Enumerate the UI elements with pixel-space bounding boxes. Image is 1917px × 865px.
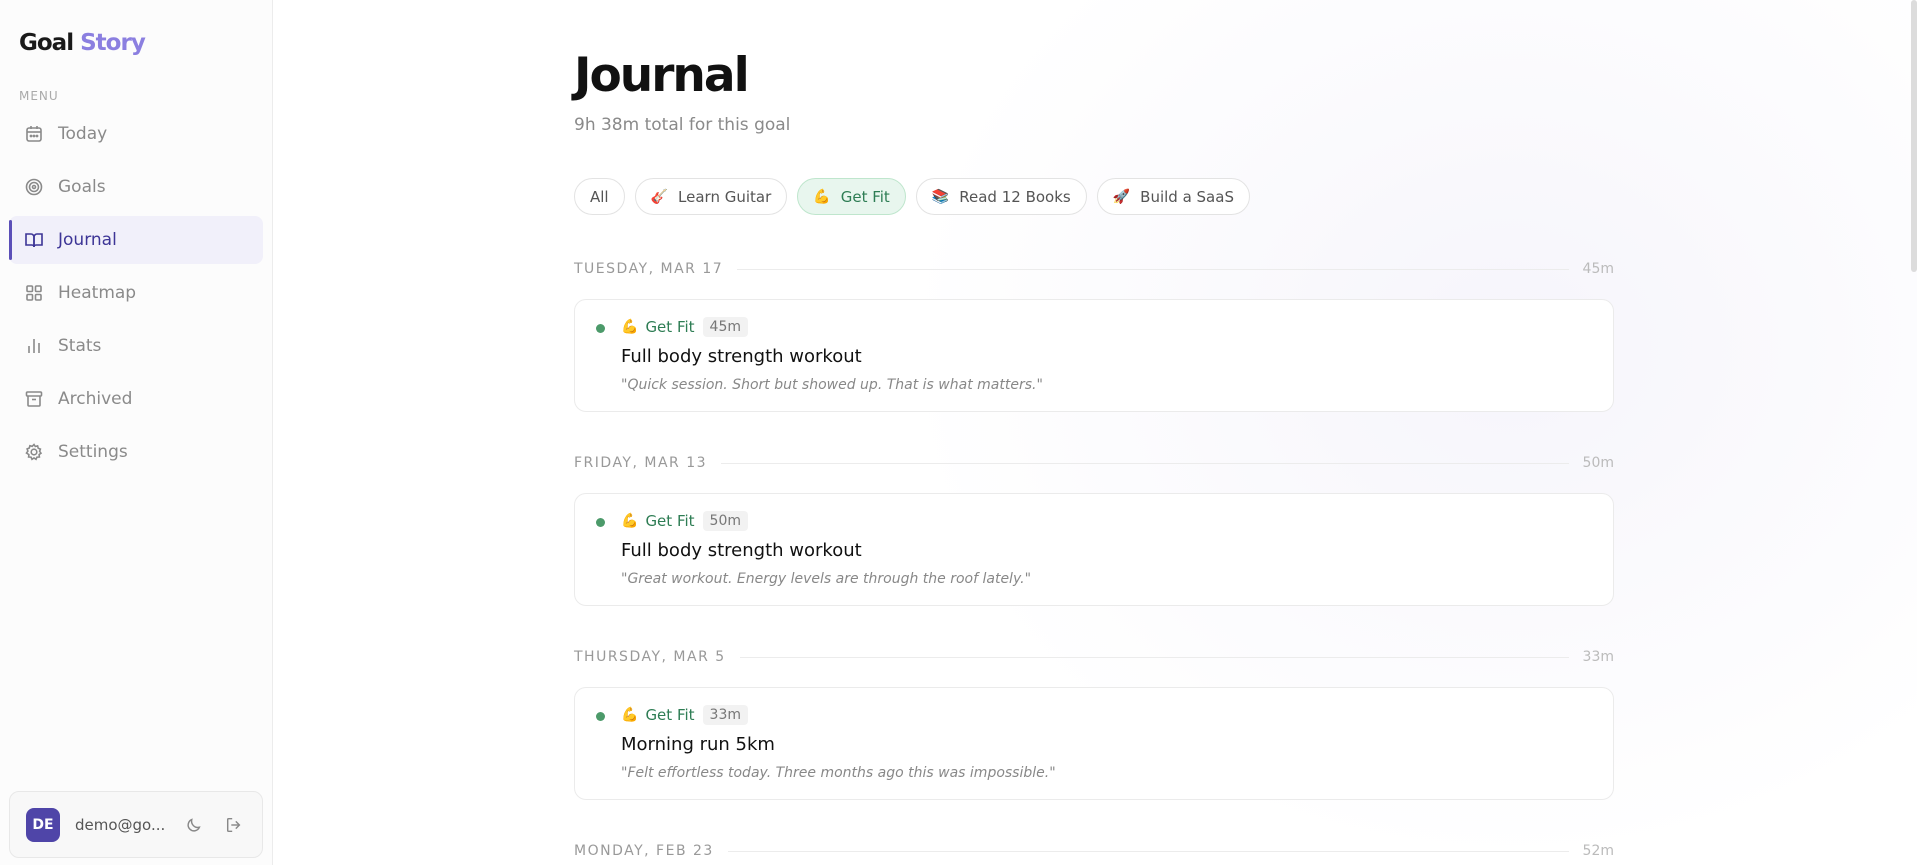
bar-chart-icon <box>24 336 44 356</box>
divider <box>727 850 1569 852</box>
filter-chip-read-12-books[interactable]: 📚 Read 12 Books <box>915 178 1087 215</box>
archive-icon <box>24 389 44 409</box>
sidebar-item-heatmap[interactable]: Heatmap <box>9 269 263 317</box>
filter-chip-label: All <box>590 187 609 206</box>
sidebar-item-label: Goals <box>58 177 106 197</box>
sidebar-item-today[interactable]: Today <box>9 110 263 158</box>
divider <box>739 656 1569 658</box>
moon-icon <box>185 816 203 834</box>
entry-title: Full body strength workout <box>621 346 862 367</box>
target-icon <box>24 177 44 197</box>
entry-title: Morning run 5km <box>621 734 775 755</box>
goal-color-dot <box>596 324 605 333</box>
page-title: Journal <box>574 48 750 103</box>
user-email: demo@go... <box>75 815 165 834</box>
flexed-biceps-icon: 💪 <box>621 707 639 723</box>
day-total: 45m <box>1582 261 1614 277</box>
day-date: THURSDAY, MAR 5 <box>574 649 726 665</box>
logo-text-story: Story <box>80 30 146 56</box>
sidebar-item-label: Today <box>58 124 108 144</box>
sidebar-item-archived[interactable]: Archived <box>9 375 263 423</box>
filter-chip-label: Build a SaaS <box>1140 187 1234 206</box>
flexed-biceps-icon: 💪 <box>813 188 831 205</box>
filter-chip-build-a-saas[interactable]: 🚀 Build a SaaS <box>1096 178 1250 215</box>
journal-entry[interactable]: 💪 Get Fit 33m Morning run 5km "Felt effo… <box>574 687 1614 800</box>
day-header: THURSDAY, MAR 5 33m <box>574 647 1614 667</box>
day-header: MONDAY, FEB 23 52m <box>574 841 1614 861</box>
filter-chip-all[interactable]: All <box>574 178 625 215</box>
entry-goal-name: Get Fit <box>645 318 695 336</box>
sidebar-item-label: Archived <box>58 389 133 409</box>
filter-chip-label: Learn Guitar <box>678 187 772 206</box>
guitar-icon: 🎸 <box>650 188 669 205</box>
day-header: TUESDAY, MAR 17 45m <box>574 259 1614 279</box>
entry-duration: 45m <box>702 317 748 337</box>
day-total: 50m <box>1582 455 1614 471</box>
page-subtitle: 9h 38m total for this goal <box>574 115 791 135</box>
books-icon: 📚 <box>931 188 950 205</box>
rocket-icon: 🚀 <box>1112 188 1131 205</box>
day-total: 33m <box>1582 649 1614 665</box>
gear-icon <box>24 442 44 462</box>
user-panel: DE demo@go... <box>9 791 263 858</box>
sidebar-item-settings[interactable]: Settings <box>9 428 263 476</box>
dark-mode-toggle[interactable] <box>183 814 205 836</box>
entry-note: "Quick session. Short but showed up. Tha… <box>621 377 1043 393</box>
entry-duration: 33m <box>702 705 748 725</box>
entry-goal-name: Get Fit <box>645 512 695 530</box>
logout-button[interactable] <box>223 814 245 836</box>
grid-icon <box>24 283 44 303</box>
entry-duration: 50m <box>702 511 748 531</box>
day-total: 52m <box>1582 843 1614 859</box>
entry-note: "Great workout. Energy levels are throug… <box>621 571 1032 587</box>
entry-goal-name: Get Fit <box>645 706 695 724</box>
filter-chip-label: Read 12 Books <box>959 187 1071 206</box>
book-icon <box>24 230 44 250</box>
day-date: FRIDAY, MAR 13 <box>574 455 708 471</box>
sidebar-item-journal[interactable]: Journal <box>9 216 263 264</box>
sidebar-item-label: Journal <box>58 230 117 250</box>
sidebar-nav: Today Goals Journal Heatmap Stats Archiv… <box>9 110 263 481</box>
app-logo[interactable]: Goal Story <box>19 30 146 56</box>
goal-color-dot <box>596 712 605 721</box>
filter-chip-label: Get Fit <box>840 187 890 206</box>
day-date: MONDAY, FEB 23 <box>574 843 714 859</box>
flexed-biceps-icon: 💪 <box>621 513 639 529</box>
sidebar: Goal Story MENU Today Goals Journal Heat… <box>0 0 273 865</box>
sidebar-item-stats[interactable]: Stats <box>9 322 263 370</box>
journal-entry[interactable]: 💪 Get Fit 50m Full body strength workout… <box>574 493 1614 606</box>
divider <box>721 462 1569 464</box>
entry-note: "Felt effortless today. Three months ago… <box>621 765 1056 781</box>
entry-goal-tag: 💪 Get Fit 45m <box>621 317 748 337</box>
day-header: FRIDAY, MAR 13 50m <box>574 453 1614 473</box>
logout-icon <box>225 816 243 834</box>
sidebar-item-label: Stats <box>58 336 102 356</box>
filter-chip-get-fit[interactable]: 💪 Get Fit <box>797 178 906 215</box>
menu-section-label: MENU <box>19 89 59 103</box>
day-date: TUESDAY, MAR 17 <box>574 261 724 277</box>
sidebar-item-goals[interactable]: Goals <box>9 163 263 211</box>
entry-goal-tag: 💪 Get Fit 33m <box>621 705 748 725</box>
avatar[interactable]: DE <box>26 807 60 842</box>
flexed-biceps-icon: 💪 <box>621 319 639 335</box>
page-scrollbar[interactable] <box>1911 0 1917 272</box>
entry-title: Full body strength workout <box>621 540 862 561</box>
sidebar-item-label: Heatmap <box>58 283 137 303</box>
sidebar-item-label: Settings <box>58 442 128 462</box>
entry-goal-tag: 💪 Get Fit 50m <box>621 511 748 531</box>
goal-filter-bar: All 🎸 Learn Guitar 💪 Get Fit 📚 Read 12 B… <box>574 178 1250 215</box>
goal-color-dot <box>596 518 605 527</box>
journal-entry[interactable]: 💪 Get Fit 45m Full body strength workout… <box>574 299 1614 412</box>
divider <box>737 268 1569 270</box>
filter-chip-learn-guitar[interactable]: 🎸 Learn Guitar <box>634 178 788 215</box>
logo-text-goal: Goal <box>19 30 74 56</box>
calendar-icon <box>24 124 44 144</box>
